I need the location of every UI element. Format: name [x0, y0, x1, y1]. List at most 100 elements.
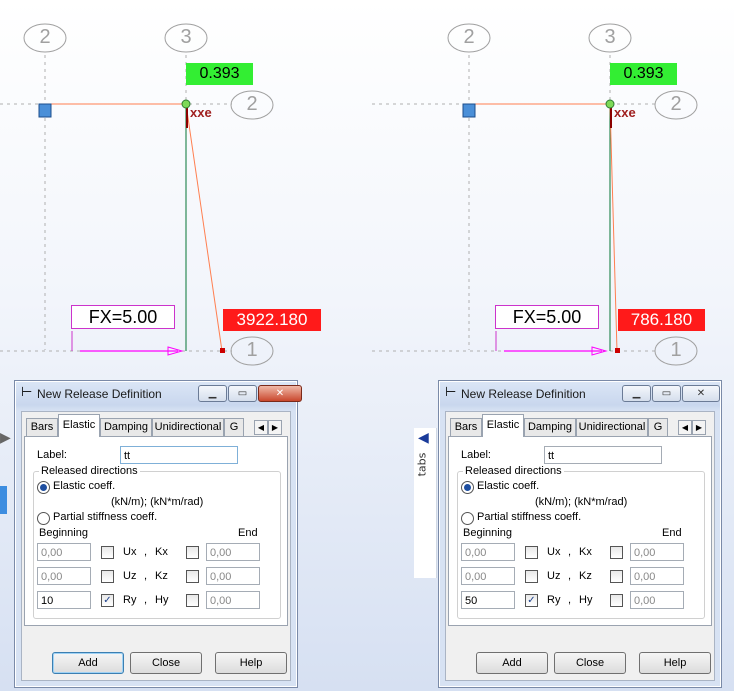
hy-coef: Hy [579, 594, 593, 606]
partial-stiffness-radio[interactable] [461, 512, 474, 525]
kx-coef: Kx [579, 546, 592, 558]
ry-begin-input[interactable]: 50 [461, 591, 515, 609]
close-icon: ✕ [696, 388, 706, 399]
release-icon: ⊢ [21, 385, 33, 400]
ux-begin-checkbox[interactable] [525, 546, 538, 559]
axis-label-1: 1 [670, 339, 682, 361]
ux-end-checkbox[interactable] [610, 546, 623, 559]
separator: , [144, 594, 148, 606]
ux-end-input[interactable]: 0,00 [630, 543, 684, 561]
separator: , [568, 594, 572, 606]
ux-end-input[interactable]: 0,00 [206, 543, 260, 561]
ux-end-checkbox[interactable] [186, 546, 199, 559]
tab-bars[interactable]: Bars [26, 418, 58, 436]
tab-elastic[interactable]: Elastic [58, 414, 100, 437]
partial-stiffness-radio[interactable] [37, 512, 50, 525]
help-button[interactable]: Help [639, 652, 711, 674]
uz-end-checkbox[interactable] [610, 570, 623, 583]
ux-begin-checkbox[interactable] [101, 546, 114, 559]
ry-end-input[interactable]: 0,00 [630, 591, 684, 609]
maximize-icon: ▭ [661, 388, 672, 399]
close-window-button[interactable]: ✕ [682, 385, 720, 402]
minimize-icon: ▁ [632, 388, 641, 399]
add-button[interactable]: Add [476, 652, 548, 674]
label-caption: Label: [461, 449, 491, 461]
tab-unidirectional[interactable]: Unidirectional [576, 418, 648, 436]
separator: , [568, 570, 572, 582]
ux-begin-input[interactable]: 0,00 [37, 543, 91, 561]
uz-end-input[interactable]: 0,00 [206, 567, 260, 585]
bottom-result-label: 3922.180 [223, 309, 321, 331]
close-button[interactable]: Close [130, 652, 202, 674]
ry-dir: Ry [123, 594, 137, 606]
tab-unidirectional[interactable]: Unidirectional [152, 418, 224, 436]
side-marker [0, 486, 7, 514]
maximize-button[interactable]: ▭ [228, 385, 257, 402]
label-input[interactable]: tt [544, 446, 662, 464]
tab-scroll-left-icon[interactable]: ◀ [254, 420, 268, 435]
uz-end-checkbox[interactable] [186, 570, 199, 583]
side-tab-label: tabs [415, 452, 429, 477]
axis-label-3: 3 [604, 26, 616, 48]
top-result-label: 0.393 [186, 63, 253, 85]
beginning-header: Beginning [39, 527, 88, 539]
expand-arrow-icon[interactable]: ▶ [0, 430, 11, 446]
ry-end-input[interactable]: 0,00 [206, 591, 260, 609]
ux-begin-input[interactable]: 0,00 [461, 543, 515, 561]
kz-coef: Kz [155, 570, 168, 582]
ry-begin-checkbox[interactable]: ✓ [525, 594, 538, 607]
partial-stiffness-label: Partial stiffness coeff. [53, 511, 158, 523]
uz-dir: Uz [547, 570, 561, 582]
elastic-coeff-radio[interactable] [37, 481, 50, 494]
tab-elastic[interactable]: Elastic [482, 414, 524, 437]
label-caption: Label: [37, 449, 67, 461]
end-header: End [238, 527, 258, 539]
release-label: xxe [614, 105, 636, 120]
maximize-button[interactable]: ▭ [652, 385, 681, 402]
maximize-icon: ▭ [237, 388, 248, 399]
elastic-panel: Label: tt Released directions Elastic co… [24, 436, 288, 626]
partial-stiffness-label: Partial stiffness coeff. [477, 511, 582, 523]
kx-coef: Kx [155, 546, 168, 558]
tab-scroll-left-icon[interactable]: ◀ [678, 420, 692, 435]
force-label: FX=5.00 [71, 305, 175, 329]
arrow-left-icon: ◀ [418, 430, 429, 446]
ry-dir: Ry [547, 594, 561, 606]
add-button[interactable]: Add [52, 652, 124, 674]
uz-dir: Uz [123, 570, 137, 582]
close-button[interactable]: Close [554, 652, 626, 674]
kz-coef: Kz [579, 570, 592, 582]
separator: , [144, 570, 148, 582]
close-window-button[interactable]: ✕ [258, 385, 302, 402]
tab-truncated[interactable]: G [648, 418, 668, 436]
dialog-title: New Release Definition [461, 387, 586, 401]
label-input[interactable]: tt [120, 446, 238, 464]
uz-begin-input[interactable]: 0,00 [461, 567, 515, 585]
group-title: Released directions [463, 465, 564, 477]
ry-end-checkbox[interactable] [610, 594, 623, 607]
ry-end-checkbox[interactable] [186, 594, 199, 607]
axis-label-2: 2 [246, 93, 258, 115]
axis-label-1: 1 [246, 339, 258, 361]
tab-scroll-right-icon[interactable]: ▶ [268, 420, 282, 435]
dialog-body: Bars Elastic Damping Unidirectional G ◀ … [21, 411, 291, 681]
uz-end-input[interactable]: 0,00 [630, 567, 684, 585]
hy-coef: Hy [155, 594, 169, 606]
help-button[interactable]: Help [215, 652, 287, 674]
tab-truncated[interactable]: G [224, 418, 244, 436]
ry-begin-checkbox[interactable]: ✓ [101, 594, 114, 607]
tab-damping[interactable]: Damping [100, 418, 152, 436]
minimize-button[interactable]: ▁ [198, 385, 227, 402]
tab-damping[interactable]: Damping [524, 418, 576, 436]
side-tab-strip[interactable]: ◀ tabs [414, 428, 437, 578]
beginning-header: Beginning [463, 527, 512, 539]
elastic-coeff-radio[interactable] [461, 481, 474, 494]
tab-bars[interactable]: Bars [450, 418, 482, 436]
uz-begin-checkbox[interactable] [525, 570, 538, 583]
tab-scroll-right-icon[interactable]: ▶ [692, 420, 706, 435]
end-header: End [662, 527, 682, 539]
ry-begin-input[interactable]: 10 [37, 591, 91, 609]
minimize-button[interactable]: ▁ [622, 385, 651, 402]
uz-begin-checkbox[interactable] [101, 570, 114, 583]
uz-begin-input[interactable]: 0,00 [37, 567, 91, 585]
